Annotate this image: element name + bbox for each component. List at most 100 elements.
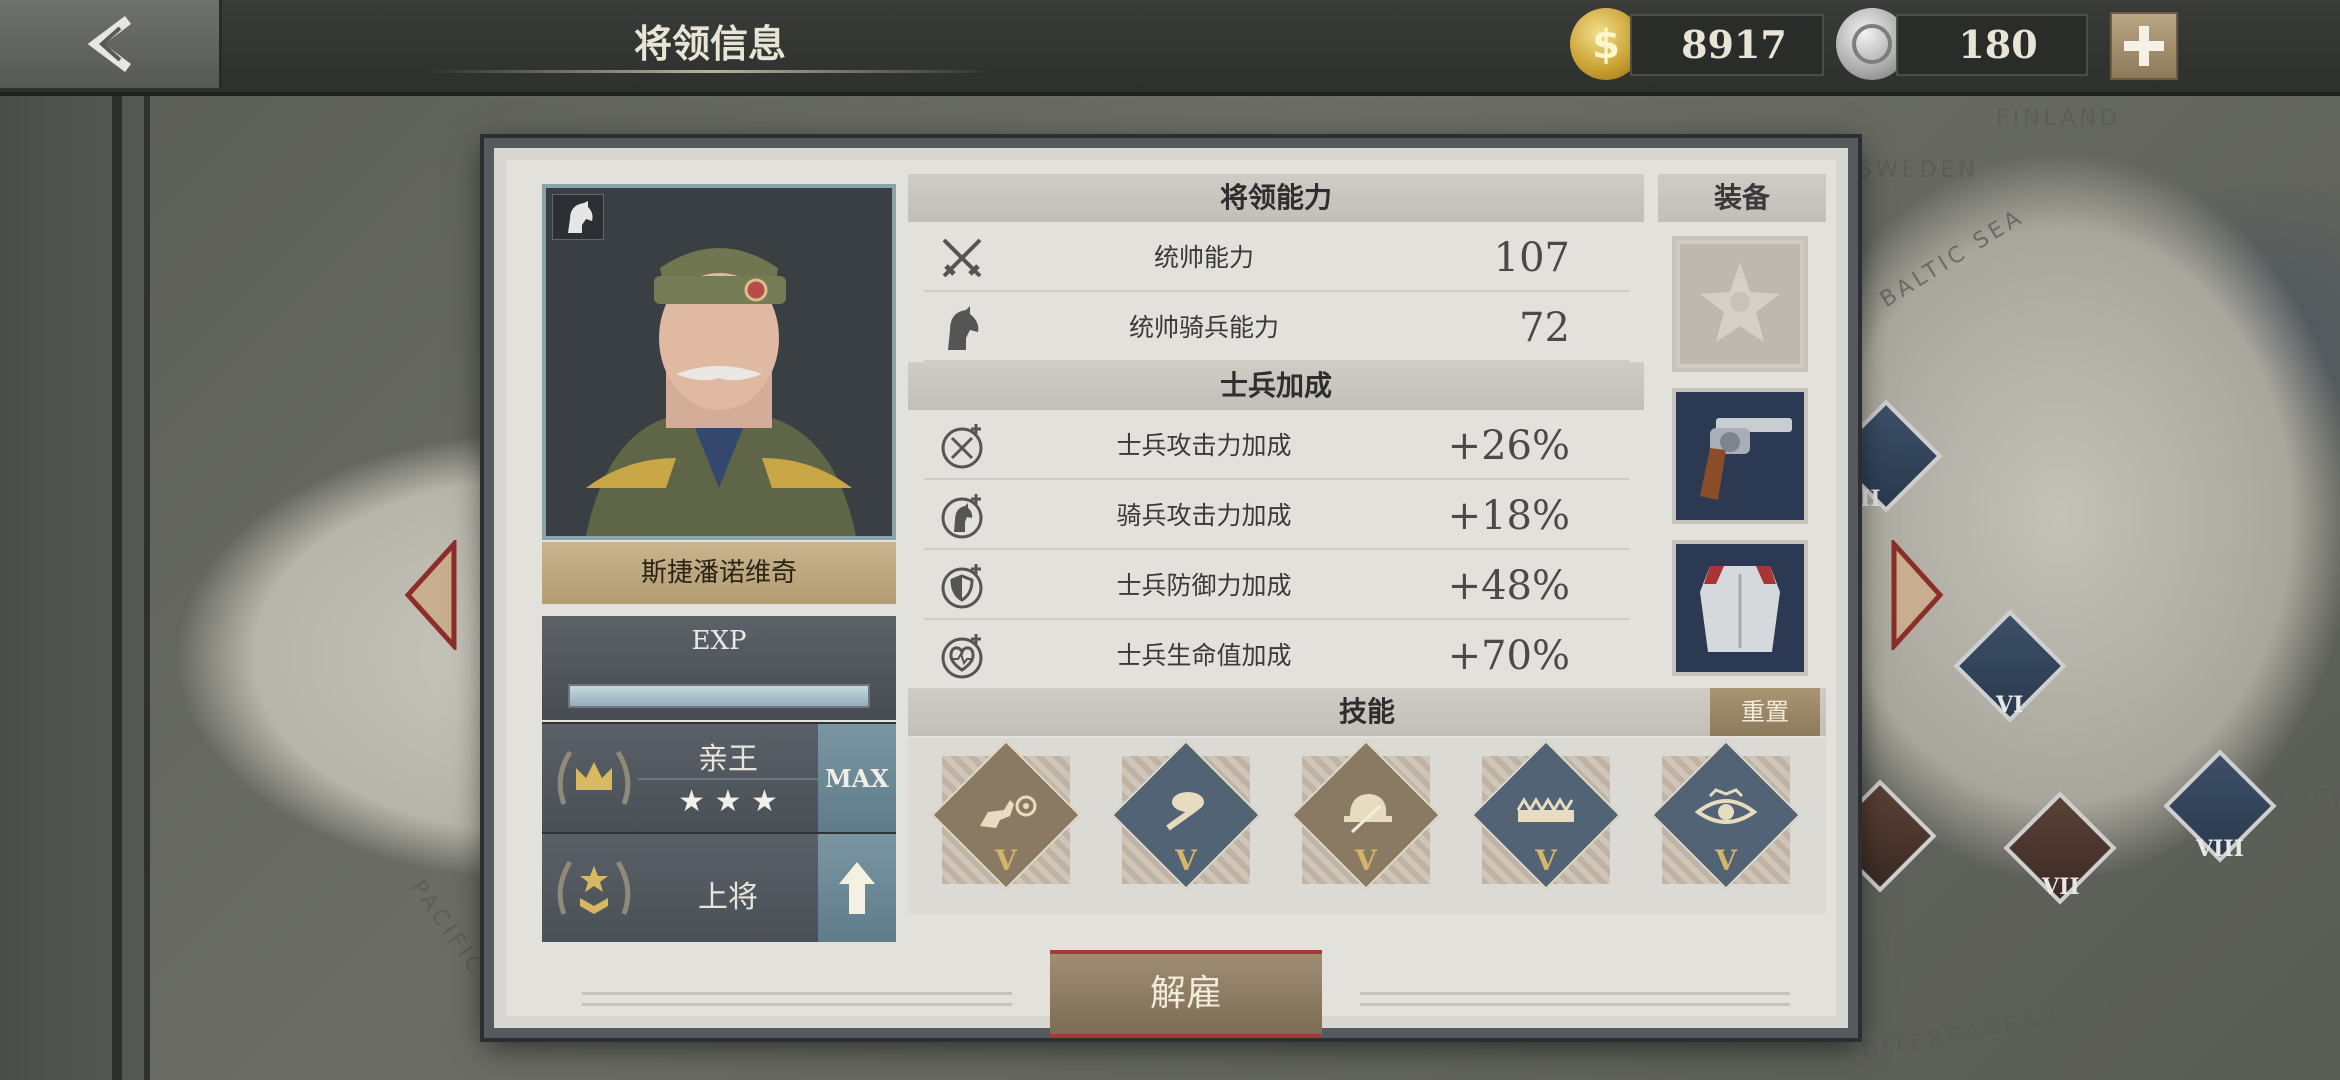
decorative-line-right bbox=[1360, 992, 1790, 1006]
horse-head-icon bbox=[568, 201, 593, 233]
bonus-value: +18% bbox=[1447, 493, 1570, 539]
map-label-mediterranean: DITERRANEAN SEA bbox=[1859, 992, 2128, 1065]
reset-skills-button[interactable]: 重置 bbox=[1710, 688, 1820, 736]
cavalry-target-icon bbox=[980, 795, 1037, 828]
military-rank-row: 上将 bbox=[542, 832, 896, 942]
equipment-slot-weapon[interactable] bbox=[1672, 388, 1808, 524]
map-label-finland: FINLAND bbox=[1996, 106, 2121, 131]
bonus-name: 士兵攻击力加成 bbox=[1116, 431, 1292, 460]
gold-amount: 8917 bbox=[1681, 22, 1787, 67]
horse-head-icon bbox=[948, 306, 979, 350]
ability-name: 统帅能力 bbox=[1153, 243, 1254, 272]
skill-slot[interactable]: V bbox=[1646, 740, 1806, 902]
general-portrait bbox=[542, 184, 896, 540]
previous-general-button[interactable] bbox=[402, 537, 462, 653]
next-general-button[interactable] bbox=[1886, 537, 1946, 653]
dismiss-general-button[interactable]: 解雇 bbox=[1050, 950, 1322, 1038]
skill-level: V bbox=[1355, 844, 1377, 877]
general-info-dialog: 斯捷潘诺维奇 EXP 亲王 ★ ★ ★ MAX 上将 将领能力 统帅能力 107… bbox=[484, 138, 1858, 1038]
barbed-wire-icon bbox=[1516, 797, 1574, 822]
decorative-line-left bbox=[582, 992, 1012, 1006]
skill-slot[interactable]: V bbox=[1286, 740, 1446, 902]
top-bar: 将领信息 $ 8917 180 bbox=[0, 0, 2340, 96]
bonus-value: +48% bbox=[1447, 563, 1570, 609]
ability-row: 统帅能力 107 bbox=[924, 224, 1630, 292]
general-name: 斯捷潘诺维奇 bbox=[542, 542, 896, 604]
nobility-title: 亲王 bbox=[698, 742, 758, 777]
add-currency-button[interactable] bbox=[2110, 12, 2178, 80]
bonus-header: 士兵加成 bbox=[908, 362, 1644, 410]
exp-label: EXP bbox=[691, 626, 747, 656]
sword-plus-icon bbox=[941, 424, 983, 469]
skills-header: 技能 bbox=[1338, 695, 1395, 728]
map-label-sweden: SWEDEN bbox=[1858, 158, 1979, 183]
map-unit-number: VIII bbox=[2196, 836, 2244, 862]
medal-counter: 180 bbox=[1896, 14, 2088, 76]
map-unit-number: VI bbox=[1996, 692, 2024, 718]
gold-counter: 8917 bbox=[1630, 14, 1824, 76]
cuirass-icon bbox=[1676, 544, 1804, 672]
medal-amount: 180 bbox=[1958, 22, 2038, 67]
dialog-body: 斯捷潘诺维奇 EXP 亲王 ★ ★ ★ MAX 上将 将领能力 统帅能力 107… bbox=[506, 160, 1836, 1038]
skill-slot[interactable]: V bbox=[1106, 740, 1266, 902]
plus-icon bbox=[2124, 26, 2164, 66]
bonus-name: 骑兵攻击力加成 bbox=[1116, 501, 1292, 530]
medal-icon bbox=[1680, 244, 1800, 364]
skill-slot[interactable]: V bbox=[926, 740, 1086, 902]
map-unit-number: II bbox=[1860, 486, 1881, 512]
equipment-slot-medal[interactable] bbox=[1672, 236, 1808, 372]
skill-slot[interactable]: V bbox=[1466, 740, 1626, 902]
svg-text:$: $ bbox=[1592, 22, 1620, 68]
skill-level: V bbox=[1715, 844, 1737, 877]
chevron-right-icon bbox=[1891, 537, 1944, 653]
nobility-stars: ★ ★ ★ bbox=[678, 784, 778, 819]
page-title: 将领信息 bbox=[633, 21, 786, 66]
skill-level: V bbox=[1175, 844, 1197, 877]
title-underline bbox=[430, 70, 990, 73]
ability-row: 统帅骑兵能力 72 bbox=[924, 294, 1630, 362]
bonus-row: 士兵防御力加成 +48% bbox=[924, 552, 1630, 620]
back-button[interactable] bbox=[0, 0, 222, 88]
rank-insignia-icon bbox=[550, 844, 638, 932]
exp-progress-bar bbox=[568, 684, 870, 708]
military-rank-title: 上将 bbox=[698, 880, 758, 915]
crossed-swords-icon bbox=[942, 238, 982, 278]
cavalry-class-badge bbox=[552, 194, 604, 240]
chevron-left-icon bbox=[404, 537, 457, 653]
promote-button[interactable] bbox=[818, 834, 896, 942]
skills-panel: V V V V V bbox=[908, 738, 1826, 914]
general-portrait-image bbox=[546, 188, 892, 536]
map-left-strip bbox=[0, 96, 150, 1080]
shield-plus-icon bbox=[941, 564, 983, 609]
map-label-black-sea: LACK bbox=[2278, 786, 2340, 811]
bonus-row: 士兵攻击力加成 +26% bbox=[924, 412, 1630, 480]
abilities-header: 将领能力 bbox=[908, 174, 1644, 222]
heart-plus-icon bbox=[941, 634, 983, 679]
ability-value: 72 bbox=[1519, 305, 1570, 351]
skill-level: V bbox=[1535, 844, 1557, 877]
map-left-divider bbox=[112, 96, 122, 1080]
promote-arrow-icon bbox=[839, 862, 875, 914]
exp-panel: EXP bbox=[542, 616, 896, 720]
ability-value: 107 bbox=[1493, 235, 1570, 281]
bonus-row: 士兵生命值加成 +70% bbox=[924, 622, 1630, 690]
bonus-name: 士兵防御力加成 bbox=[1116, 571, 1292, 600]
nobility-divider bbox=[638, 778, 818, 780]
bonus-name: 士兵生命值加成 bbox=[1116, 641, 1292, 670]
map-label-pacific: PACIFIC bbox=[405, 875, 490, 982]
exp-progress-fill bbox=[570, 686, 868, 706]
map-label-baltic-sea: BALTIC SEA bbox=[1875, 204, 2029, 313]
ability-name: 统帅骑兵能力 bbox=[1128, 313, 1279, 342]
equipment-slot-armor[interactable] bbox=[1672, 540, 1808, 676]
map-unit-number: VII bbox=[2042, 874, 2080, 900]
bread-wrench-icon bbox=[1166, 792, 1204, 831]
bonus-row: 骑兵攻击力加成 +18% bbox=[924, 482, 1630, 550]
eye-icon bbox=[1694, 788, 1758, 824]
crown-laurel-icon bbox=[550, 734, 638, 822]
skill-level: V bbox=[995, 844, 1017, 877]
nobility-row: 亲王 ★ ★ ★ MAX bbox=[542, 722, 896, 832]
bonus-value: +70% bbox=[1447, 633, 1570, 679]
horse-plus-icon bbox=[941, 494, 983, 539]
helmet-knife-icon bbox=[1344, 794, 1392, 834]
bonus-value: +26% bbox=[1447, 423, 1570, 469]
